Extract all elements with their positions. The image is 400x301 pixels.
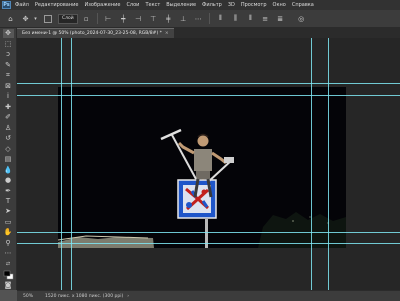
document-tab[interactable]: Без имени-1 @ 50% (photo_2024-07-30_23-2… <box>17 28 174 38</box>
canvas-workspace[interactable] <box>17 38 400 290</box>
quick-select-tool-icon[interactable]: ✎ <box>3 60 14 69</box>
type-tool-icon[interactable]: T <box>3 197 14 206</box>
menu-edit[interactable]: Редактирование <box>35 2 79 8</box>
document-tab-bar: Без имени-1 @ 50% (photo_2024-07-30_23-2… <box>17 28 400 38</box>
options-bar: ⌂ ✥ ▾ Слой ▫ ⊢ ┿ ⊣ ⊤ ╪ ⊥ ⋯ ⫴ ⫼ ⫴ ≡ ≣ ◎ <box>0 10 400 28</box>
separator <box>208 13 210 24</box>
pen-tool-icon[interactable]: ✒ <box>3 186 14 195</box>
more-options-icon[interactable]: ⋯ <box>194 14 203 23</box>
status-menu-arrow-icon[interactable]: › <box>127 294 129 299</box>
guide-vertical-right-inner[interactable] <box>311 38 312 290</box>
swap-colors-icon[interactable]: ⇄ <box>3 260 14 269</box>
status-bar: 50% 1520 пикс. x 1080 пикс. (300 ppi) › <box>17 290 400 301</box>
separator <box>96 13 98 24</box>
hand-tool-icon[interactable]: ✋ <box>3 228 14 237</box>
history-brush-tool-icon[interactable]: ↺ <box>3 134 14 143</box>
distribute-right-icon[interactable]: ⫴ <box>246 14 255 23</box>
auto-select-checkbox[interactable] <box>44 14 52 23</box>
menu-bar: Ps Файл Редактирование Изображение Слои … <box>0 0 400 10</box>
menu-view[interactable]: Просмотр <box>241 2 267 8</box>
3d-mode-icon[interactable]: ◎ <box>297 14 306 23</box>
menu-image[interactable]: Изображение <box>84 2 120 8</box>
photoshop-logo: Ps <box>2 1 11 9</box>
brush-tool-icon[interactable]: ✐ <box>3 113 14 122</box>
distribute-left-icon[interactable]: ⫴ <box>216 14 225 23</box>
transform-controls-checkbox-icon[interactable]: ▫ <box>82 14 91 23</box>
crop-tool-icon[interactable]: ⌗ <box>3 71 14 80</box>
tools-panel: ✥ ⬚ ↄ ✎ ⌗ ⊠ ⅰ ✚ ✐ ♙ ↺ ◇ ▤ 💧 ● ✒ T ➤ ▭ ✋ … <box>0 28 17 290</box>
blur-tool-icon[interactable]: 💧 <box>3 165 14 174</box>
night-photo-image <box>57 87 346 248</box>
close-icon[interactable]: × <box>165 31 169 36</box>
document-canvas-photo[interactable] <box>57 87 346 248</box>
guide-horizontal-top-inner[interactable] <box>17 95 400 96</box>
lasso-tool-icon[interactable]: ↄ <box>3 50 14 59</box>
document-info: 1520 пикс. x 1080 пикс. (300 ppi) <box>45 293 124 299</box>
distribute-center-icon[interactable]: ⫼ <box>231 14 240 23</box>
foreground-background-color-icon[interactable] <box>3 270 14 280</box>
guide-horizontal-bottom-outer[interactable] <box>17 243 400 244</box>
menu-3d[interactable]: 3D <box>228 2 235 8</box>
clone-stamp-tool-icon[interactable]: ♙ <box>3 123 14 132</box>
more-tools-icon[interactable]: ⋯ <box>3 249 14 258</box>
align-center-icon[interactable]: ┿ <box>119 14 128 23</box>
zoom-level[interactable]: 50% <box>23 294 33 299</box>
align-middle-icon[interactable]: ╪ <box>164 14 173 23</box>
guide-vertical-left-outer[interactable] <box>61 38 62 290</box>
guide-horizontal-top-outer[interactable] <box>17 83 400 84</box>
rectangle-tool-icon[interactable]: ▭ <box>3 218 14 227</box>
path-selection-tool-icon[interactable]: ➤ <box>3 207 14 216</box>
menu-help[interactable]: Справка <box>292 2 314 8</box>
move-tool-icon[interactable]: ✥ <box>2 29 14 39</box>
dodge-tool-icon[interactable]: ● <box>3 176 14 185</box>
guide-vertical-left-inner[interactable] <box>71 38 72 290</box>
gradient-tool-icon[interactable]: ▤ <box>3 155 14 164</box>
document-tab-title: Без имени-1 @ 50% (photo_2024-07-30_23-2… <box>22 31 162 36</box>
auto-select-dropdown[interactable]: Слой <box>58 13 78 24</box>
distribute-bottom-icon[interactable]: ≣ <box>276 14 285 23</box>
distribute-top-icon[interactable]: ≡ <box>261 14 270 23</box>
menu-layers[interactable]: Слои <box>126 2 139 8</box>
menu-type[interactable]: Текст <box>145 2 160 8</box>
home-icon[interactable]: ⌂ <box>6 14 15 23</box>
align-right-icon[interactable]: ⊣ <box>134 14 143 23</box>
frame-tool-icon[interactable]: ⊠ <box>3 81 14 90</box>
guide-horizontal-bottom-inner[interactable] <box>17 232 400 233</box>
chevron-down-icon[interactable]: ▾ <box>31 14 40 23</box>
align-top-icon[interactable]: ⊤ <box>149 14 158 23</box>
align-left-icon[interactable]: ⊢ <box>104 14 113 23</box>
quick-mask-icon[interactable]: ◙ <box>3 281 14 290</box>
align-bottom-icon[interactable]: ⊥ <box>179 14 188 23</box>
menu-filter[interactable]: Фильтр <box>202 2 222 8</box>
eyedropper-tool-icon[interactable]: ⅰ <box>3 92 14 101</box>
guide-vertical-right-outer[interactable] <box>328 38 329 290</box>
menu-window[interactable]: Окно <box>273 2 286 8</box>
zoom-tool-icon[interactable]: ⚲ <box>3 239 14 248</box>
eraser-tool-icon[interactable]: ◇ <box>3 144 14 153</box>
healing-brush-tool-icon[interactable]: ✚ <box>3 102 14 111</box>
move-tool-icon[interactable]: ✥ <box>21 14 30 23</box>
menu-file[interactable]: Файл <box>15 2 29 8</box>
menu-select[interactable]: Выделение <box>166 2 196 8</box>
marquee-tool-icon[interactable]: ⬚ <box>3 39 14 48</box>
